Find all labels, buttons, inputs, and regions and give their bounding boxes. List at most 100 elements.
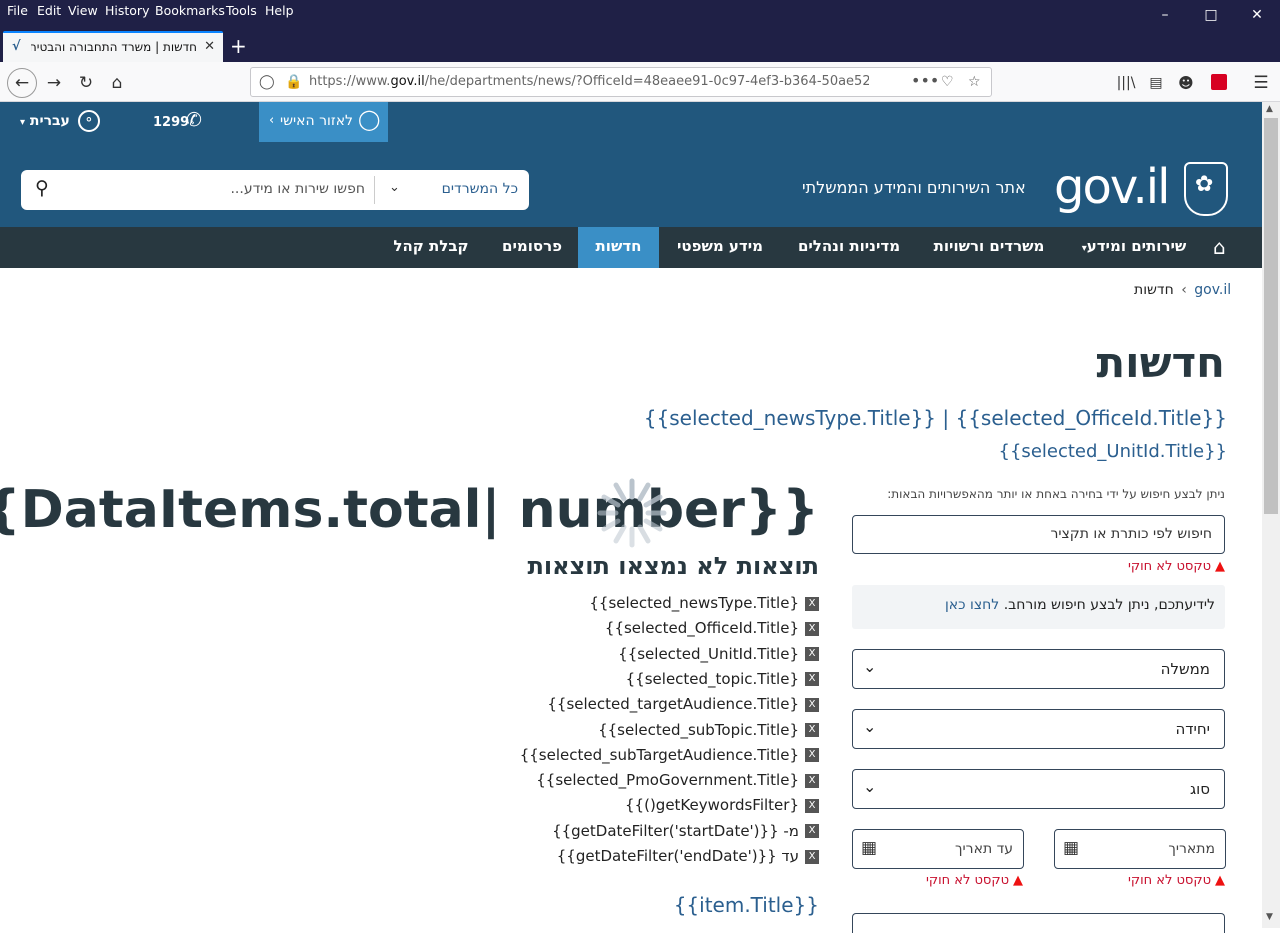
search-icon[interactable]: ⚲	[35, 177, 49, 199]
nav-policies[interactable]: מדיניות ונהלים	[790, 227, 908, 268]
menu-file[interactable]: File	[7, 3, 28, 18]
nav-legal[interactable]: מידע משפטי	[662, 227, 778, 268]
site-tagline: אתר השירותים והמידע הממשלתי	[802, 178, 1026, 197]
scrollbar-thumb[interactable]	[1264, 118, 1278, 514]
hamburger-menu-icon[interactable]: ☰	[1248, 70, 1274, 96]
to-date-input[interactable]: עד תאריך ▦	[852, 829, 1024, 869]
language-switcher[interactable]: ▾ עברית	[20, 113, 70, 129]
menu-bookmarks[interactable]: Bookmarks	[155, 3, 225, 18]
close-window-icon[interactable]: ✕	[1234, 4, 1280, 26]
browser-title-bar: File Edit View History Bookmarks Tools H…	[0, 0, 1280, 62]
filter-tag: X {{selected_UnitId.Title}	[618, 645, 819, 667]
remove-filter-icon[interactable]: X	[805, 672, 819, 687]
remove-filter-icon[interactable]: X	[805, 596, 819, 611]
chevron-down-icon: ⌄	[863, 777, 877, 796]
lock-icon[interactable]: 🔒	[285, 74, 302, 90]
text-search-error: ▲טקסט לא חוקי	[1127, 559, 1225, 574]
menu-view[interactable]: View	[68, 3, 98, 18]
main-navigation: ⌂ שירותים ומידע▾ משרדים ורשויות מדיניות …	[0, 227, 1262, 268]
remove-filter-icon[interactable]: X	[805, 697, 819, 712]
filter-tag: X {{selected_newsType.Title}	[589, 594, 819, 616]
language-label: עברית	[29, 113, 70, 129]
chevron-down-icon[interactable]: ⌄	[389, 180, 400, 195]
search-input[interactable]: חפשו שירות או מידע...	[83, 181, 365, 197]
menu-history[interactable]: History	[105, 3, 149, 18]
advanced-note-text: לידיעתכם, ניתן לבצע חיפוש מורחב.	[1003, 597, 1215, 613]
remove-filter-icon[interactable]: X	[805, 647, 819, 662]
unit-select[interactable]: יחידה ⌄	[852, 709, 1225, 749]
tab-close-icon[interactable]: ✕	[204, 39, 215, 54]
remove-filter-icon[interactable]: X	[805, 824, 819, 839]
remove-filter-icon[interactable]: X	[805, 798, 819, 813]
remove-filter-icon[interactable]: X	[805, 621, 819, 636]
new-tab-icon[interactable]: +	[230, 34, 247, 58]
filter-tag: X עד {{getDateFilter('endDate')}}	[557, 847, 819, 869]
sidebar-toggle-icon[interactable]: ▤	[1143, 70, 1169, 96]
site-header: ⚲ חפשו שירות או מידע... ⌄ כל המשרדים אתר…	[0, 142, 1262, 227]
shield-icon[interactable]: ◯	[259, 74, 275, 90]
home-nav-icon[interactable]: ⌂	[1213, 235, 1226, 259]
nav-services[interactable]: שירותים ומידע▾	[1072, 227, 1196, 268]
text-search-input[interactable]: חיפוש לפי כותרת או תקציר	[852, 515, 1225, 554]
breadcrumb: חדשות ‹ gov.il	[1134, 282, 1232, 298]
unit-label: יחידה	[1175, 720, 1211, 738]
menu-help[interactable]: Help	[265, 3, 294, 18]
pocket-icon[interactable]: ♡	[941, 74, 954, 90]
type-select[interactable]: סוג ⌄	[852, 769, 1225, 809]
from-date-error: ▲טקסט לא חוקי	[1127, 873, 1225, 888]
filter-label: {{()getKeywordsFilter}	[625, 796, 799, 815]
warning-icon: ▲	[1215, 559, 1225, 574]
forward-icon[interactable]: →	[41, 70, 67, 96]
library-icon[interactable]: |||\	[1113, 70, 1139, 96]
browser-tab[interactable]: √ חדשות | משרד התחבורה והבטיחות בדרכים ✕	[3, 31, 223, 62]
more-actions-icon[interactable]: •••	[911, 71, 939, 90]
favicon-icon: √	[12, 39, 21, 54]
breadcrumb-home[interactable]: gov.il	[1194, 282, 1231, 298]
filter-tag: X {{selected_PmoGovernment.Title}	[536, 771, 819, 793]
maximize-icon[interactable]: □	[1188, 4, 1234, 26]
menu-tools[interactable]: Tools	[226, 3, 257, 18]
nav-news[interactable]: חדשות	[578, 227, 659, 268]
filter-tag: X {{selected_subTargetAudience.Title}	[520, 746, 819, 768]
remove-filter-icon[interactable]: X	[805, 773, 819, 788]
chevron-down-icon: ⌄	[863, 717, 877, 736]
nav-reception[interactable]: קבלת קהל	[388, 227, 474, 268]
account-icon[interactable]: ☻	[1173, 70, 1199, 96]
office-select[interactable]: כל המשרדים	[426, 181, 518, 197]
type-label: סוג	[1189, 780, 1210, 798]
home-icon[interactable]: ⌂	[104, 70, 130, 96]
back-icon[interactable]: ←	[7, 68, 37, 98]
personal-area-label: לאזור האישי	[280, 113, 354, 129]
filter-tag: X {{selected_OfficeId.Title}	[605, 619, 819, 641]
remove-filter-icon[interactable]: X	[805, 849, 819, 864]
personal-area-button[interactable]: ‹ לאזור האישי ◯	[259, 102, 388, 142]
filter-label: מ- {{getDateFilter('startDate')}}	[552, 821, 799, 840]
extension-icon[interactable]	[1211, 74, 1227, 90]
menu-edit[interactable]: Edit	[37, 3, 61, 18]
remove-filter-icon[interactable]: X	[805, 723, 819, 737]
government-label: ממשלה	[1160, 660, 1210, 678]
government-select[interactable]: ממשלה ⌄	[852, 649, 1225, 689]
url-text[interactable]: https://www.gov.il/he/departments/news/?…	[309, 74, 869, 89]
from-date-input[interactable]: מתאריך ▦	[1054, 829, 1226, 869]
menorah-emblem-icon: ✿	[1184, 162, 1228, 216]
item-title[interactable]: {{item.Title}}	[674, 893, 819, 917]
bookmark-star-icon[interactable]: ☆	[968, 74, 981, 90]
advanced-search-link[interactable]: לחצו כאן	[945, 597, 999, 613]
remove-filter-icon[interactable]: X	[805, 748, 819, 763]
page-scrollbar[interactable]: ▲ ▼	[1262, 102, 1280, 928]
calendar-icon[interactable]: ▦	[861, 838, 877, 858]
to-date-error: ▲טקסט לא חוקי	[925, 873, 1023, 888]
url-bar[interactable]: ◯ 🔒 https://www.gov.il/he/departments/ne…	[250, 67, 992, 97]
next-field-input[interactable]	[852, 913, 1225, 933]
phone-icon[interactable]: ✆	[186, 109, 202, 131]
reload-icon[interactable]: ↻	[73, 70, 99, 96]
globe-icon[interactable]: ⚬	[78, 110, 100, 132]
minimize-icon[interactable]: –	[1142, 4, 1188, 26]
page-subtitle-office: {{selected_newsType.Title}} | {{selected…	[643, 406, 1227, 430]
phone-number[interactable]: 1299	[153, 115, 189, 130]
nav-offices[interactable]: משרדים ורשויות	[927, 227, 1051, 268]
gov-logo[interactable]: gov.il	[1054, 159, 1170, 215]
nav-publications[interactable]: פרסומים	[493, 227, 571, 268]
calendar-icon[interactable]: ▦	[1063, 838, 1079, 858]
